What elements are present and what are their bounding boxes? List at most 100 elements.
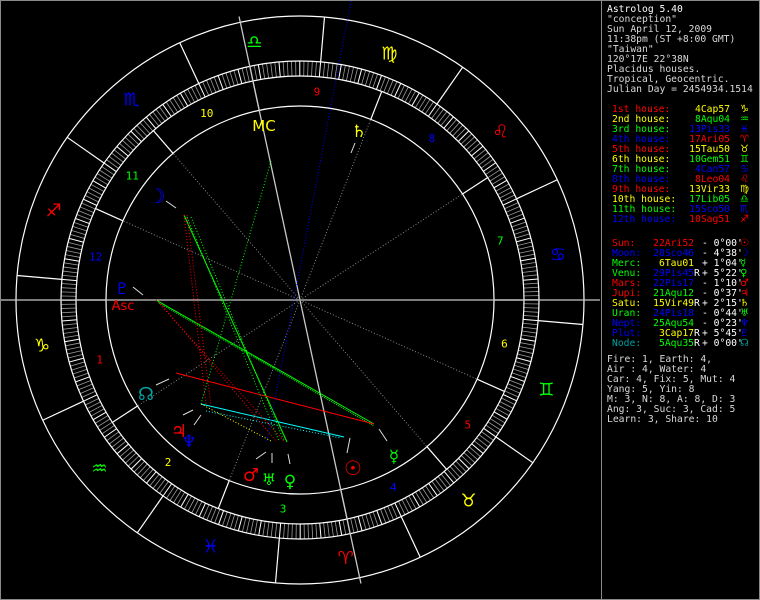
degree-tick xyxy=(136,125,148,137)
sign-boundary xyxy=(136,495,164,534)
sign-boundary xyxy=(66,136,105,164)
planet-position: 5Aqu35 xyxy=(659,338,694,349)
degree-tick xyxy=(62,323,78,326)
house-label: 12th house: xyxy=(612,214,677,225)
degree-tick xyxy=(101,425,115,435)
degree-tick xyxy=(180,493,189,508)
degree-tick xyxy=(64,338,80,343)
degree-tick xyxy=(520,338,536,342)
degree-tick xyxy=(213,76,220,92)
aspect-line xyxy=(186,216,280,442)
degree-tick xyxy=(485,424,499,434)
degree-tick xyxy=(133,460,145,473)
planet-pointer xyxy=(378,428,388,442)
degree-tick xyxy=(487,169,501,179)
degree-tick xyxy=(523,282,539,285)
degree-tick xyxy=(165,101,175,115)
degree-tick xyxy=(229,514,236,529)
planet-pointer xyxy=(255,451,267,460)
degree-tick xyxy=(61,315,77,318)
degree-tick xyxy=(172,97,182,111)
degree-tick xyxy=(418,96,427,111)
degree-tick xyxy=(523,278,539,281)
degree-tick xyxy=(473,440,487,451)
planet-pointer xyxy=(165,200,177,209)
degree-tick xyxy=(92,180,107,189)
degree-tick xyxy=(440,113,451,127)
degree-tick xyxy=(452,463,464,475)
degree-tick xyxy=(518,349,534,354)
degree-tick xyxy=(512,225,528,231)
degree-tick xyxy=(176,95,185,109)
sign-boundary xyxy=(17,274,62,280)
chart-wheel: ♈♉♊♋♌♍♎♏♐♑♒♓123456789101112☉☽☿♀♂♃♄♅♆♇☊As… xyxy=(1,1,600,585)
degree-tick xyxy=(375,75,383,90)
degree-tick xyxy=(364,71,371,86)
sign-boundary xyxy=(274,538,280,583)
degree-tick xyxy=(241,517,247,533)
degree-tick xyxy=(99,169,113,179)
degree-tick xyxy=(327,522,330,538)
house-cusp-dotted xyxy=(137,299,301,407)
degree-tick xyxy=(130,130,142,143)
degree-tick xyxy=(516,357,532,363)
degree-tick xyxy=(283,523,285,539)
degree-tick xyxy=(368,72,375,88)
libra-sign-icon: ♎ xyxy=(246,32,262,53)
degree-tick xyxy=(133,127,145,140)
house-number: 9 xyxy=(314,86,321,99)
degree-tick xyxy=(516,237,531,243)
degree-tick xyxy=(468,446,481,457)
node-glyph-icon: ☊ xyxy=(138,384,154,405)
degree-tick xyxy=(114,440,127,451)
degree-tick xyxy=(338,64,342,80)
degree-tick xyxy=(233,515,239,530)
midheaven-label: MC xyxy=(252,117,275,135)
degree-tick xyxy=(326,62,330,78)
degree-tick xyxy=(342,65,346,81)
house-number: 5 xyxy=(464,419,471,432)
degree-tick xyxy=(217,75,224,90)
planet-label: Node: xyxy=(612,338,642,349)
degree-tick xyxy=(109,434,122,445)
capricorn-sign-icon: ♑ xyxy=(34,336,50,357)
degree-tick xyxy=(518,245,533,250)
degree-tick xyxy=(353,67,359,83)
degree-tick xyxy=(222,511,228,527)
degree-tick xyxy=(179,92,189,107)
degree-tick xyxy=(523,291,539,293)
degree-tick xyxy=(319,523,322,539)
degree-tick xyxy=(345,66,350,81)
degree-tick xyxy=(63,334,79,338)
degree-tick xyxy=(415,491,424,505)
uran-glyph-icon: ♅ xyxy=(262,470,276,489)
degree-tick xyxy=(318,61,322,77)
degree-tick xyxy=(372,73,378,89)
degree-tick xyxy=(315,523,318,539)
degree-tick xyxy=(282,61,285,77)
house-cusp-line xyxy=(462,177,488,195)
degree-tick xyxy=(145,116,157,129)
degree-tick xyxy=(338,520,343,536)
degree-tick xyxy=(424,101,434,115)
degree-tick xyxy=(127,455,140,467)
degree-tick xyxy=(476,437,489,448)
degree-tick xyxy=(225,512,232,528)
degree-tick xyxy=(62,270,78,274)
planet-pointer xyxy=(346,437,351,454)
degree-tick xyxy=(113,149,127,160)
degree-tick xyxy=(508,213,524,220)
degree-tick xyxy=(485,165,499,175)
degree-tick xyxy=(159,481,169,494)
degree-tick xyxy=(229,71,235,86)
degree-tick xyxy=(70,233,85,239)
degree-tick xyxy=(65,342,81,347)
degree-tick xyxy=(253,65,258,81)
mars-glyph-icon: ♂ xyxy=(243,465,259,486)
degree-tick xyxy=(330,63,334,79)
degree-tick xyxy=(437,476,448,489)
degree-tick xyxy=(67,241,83,247)
house-number: 7 xyxy=(497,234,504,247)
degree-tick xyxy=(315,61,317,77)
sun-glyph-icon: ☉ xyxy=(344,456,362,480)
